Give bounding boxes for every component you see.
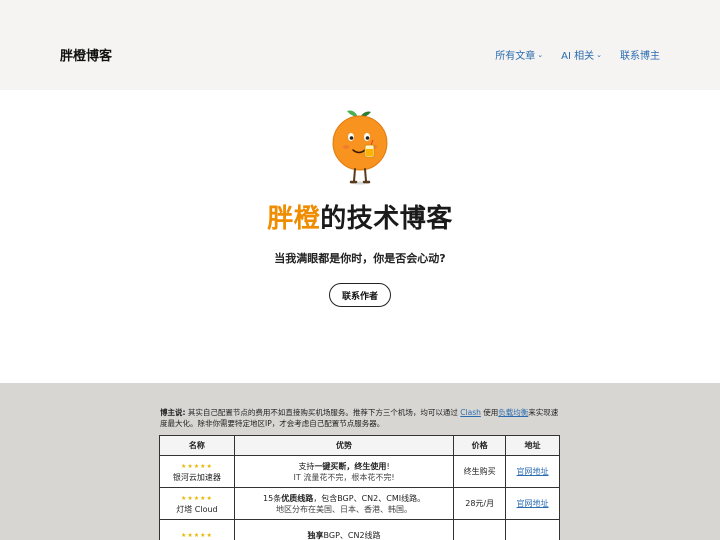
adv-bold: 独享 [307,531,324,540]
site-header: 胖橙博客 所有文章 ⌄ AI 相关 ⌄ 联系博主 [0,0,720,90]
address-cell: 官网地址 [505,455,560,488]
note-text-1: 其实自己配置节点的费用不如直接购买机场服务。推荐下方三个机场，均可以通过 [187,408,458,417]
col-header-name: 名称 [159,435,235,456]
adv-line2: 地区分布在美国、日本、香港、韩国。 [276,504,413,514]
chevron-down-icon: ⌄ [596,50,602,59]
address-cell [505,519,560,540]
clash-link[interactable]: Clash [460,408,481,417]
col-header-advantages: 优势 [233,435,455,456]
contact-author-button[interactable]: 联系作者 [329,283,391,307]
price-cell [453,519,507,540]
address-cell: 官网地址 [505,487,560,520]
name-cell: ★★★★★ 银河云加速器 [159,455,235,488]
nav-item-label: 联系博主 [620,51,660,62]
content-section: 博主说: 其实自己配置节点的费用不如直接购买机场服务。推荐下方三个机场，均可以通… [0,383,720,540]
blogger-note: 博主说: 其实自己配置节点的费用不如直接购买机场服务。推荐下方三个机场，均可以通… [160,407,562,429]
star-rating-icon: ★★★★★ [180,462,213,470]
hero-title-accent: 胖橙 [267,204,321,234]
service-name: 银河云加速器 [172,472,221,482]
adv-text: 支持 [298,461,315,471]
col-header-price: 价格 [453,435,507,456]
airport-table: 名称 优势 价格 地址 ★★★★★ 银河云加速器 支持一键买断，终生使用! IT… [159,435,560,540]
adv-text: ，包含BGP、CN2、CMI线路。 [313,493,426,503]
nav-item-label: 所有文章 [495,51,536,62]
orange-mascot-icon [332,110,388,185]
adv-line2: IT 流量花不完，根本花不完! [293,472,395,482]
adv-bold: 一键买断，终生使用 [314,461,387,471]
nav-item-ai[interactable]: AI 相关 ⌄ [561,47,602,63]
note-label: 博主说: [160,408,186,417]
official-site-link[interactable]: 官网地址 [517,499,549,508]
load-balance-link[interactable]: 负载均衡 [498,408,528,417]
nav-item-all-posts[interactable]: 所有文章 ⌄ [495,47,544,63]
price-cell: 终生购买 [453,455,507,488]
site-title[interactable]: 胖橙博客 [60,45,112,64]
star-rating-icon: ★★★★★ [180,494,213,502]
nav-item-contact[interactable]: 联系博主 [620,47,660,62]
price-cell: 28元/月 [453,487,507,520]
hero-title: 胖橙的技术博客 [0,198,720,235]
official-site-link[interactable]: 官网地址 [517,467,549,476]
adv-text: ! [386,461,390,471]
adv-bold: 优质线路 [281,493,314,503]
hero-subtitle: 当我满眼都是你时，你是否会心动? [274,252,446,265]
table-row: ★★★★★ 独享BGP、CN2线路 [159,519,560,540]
note-text-2: 使用 [483,408,499,417]
advantages-cell: 支持一键买断，终生使用! IT 流量花不完，根本花不完! [233,455,455,488]
table-row: ★★★★★ 灯塔 Cloud 15条优质线路，包含BGP、CN2、CMI线路。 … [159,487,560,520]
table-row: ★★★★★ 银河云加速器 支持一键买断，终生使用! IT 流量花不完，根本花不完… [159,455,560,488]
adv-text: 15条 [263,493,282,503]
name-cell: ★★★★★ [159,519,235,540]
main-nav: 所有文章 ⌄ AI 相关 ⌄ 联系博主 [495,47,660,63]
advantages-cell: 独享BGP、CN2线路 [233,519,455,540]
star-rating-icon: ★★★★★ [180,532,213,539]
col-header-address: 地址 [505,435,560,456]
adv-text: BGP、CN2线路 [323,531,381,540]
advantages-cell: 15条优质线路，包含BGP、CN2、CMI线路。 地区分布在美国、日本、香港、韩… [233,487,455,520]
chevron-down-icon: ⌄ [537,50,544,59]
service-name: 灯塔 Cloud [176,504,218,514]
name-cell: ★★★★★ 灯塔 Cloud [159,487,235,520]
hero-section: 胖橙的技术博客 当我满眼都是你时，你是否会心动? 联系作者 [0,90,720,383]
nav-item-label: AI 相关 [561,51,595,62]
hero-title-rest: 的技术博客 [320,204,453,234]
table-header-row: 名称 优势 价格 地址 [159,435,560,456]
